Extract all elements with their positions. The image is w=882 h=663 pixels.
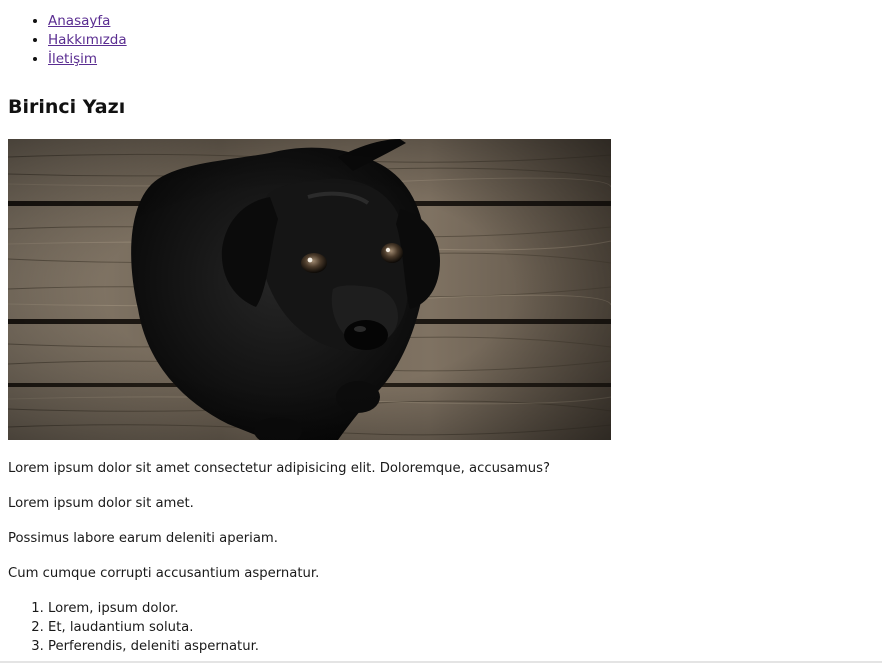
- nav-link-contact[interactable]: İletişim: [48, 51, 97, 67]
- list-item: Lorem, ipsum dolor.: [48, 599, 868, 618]
- paragraph-3: Possimus labore earum deleniti aperiam.: [8, 531, 278, 546]
- paragraph-2: Lorem ipsum dolor sit amet.: [8, 496, 194, 511]
- list-item: Et, laudantium soluta.: [48, 618, 868, 637]
- nav-item-about: Hakkımızda: [48, 31, 868, 50]
- paragraph-1: Lorem ipsum dolor sit amet consectetur a…: [8, 461, 550, 476]
- list-item: Perferendis, deleniti aspernatur.: [48, 637, 868, 656]
- page-content: Anasayfa Hakkımızda İletişim Birinci Yaz…: [8, 0, 868, 656]
- nav-menu: Anasayfa Hakkımızda İletişim: [8, 12, 868, 69]
- nav-link-about[interactable]: Hakkımızda: [48, 32, 127, 48]
- nav-item-contact: İletişim: [48, 50, 868, 69]
- nav-item-home: Anasayfa: [48, 12, 868, 31]
- paragraph-4: Cum cumque corrupti accusantium aspernat…: [8, 566, 320, 581]
- ordered-list: Lorem, ipsum dolor. Et, laudantium solut…: [8, 599, 868, 656]
- puppy-photo: [8, 139, 611, 440]
- post-title: Birinci Yazı: [8, 96, 126, 118]
- nav-link-home[interactable]: Anasayfa: [48, 13, 110, 29]
